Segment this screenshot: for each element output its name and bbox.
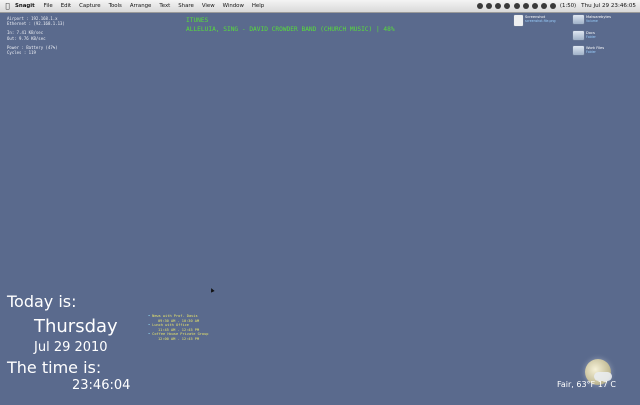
folder-icon [573, 46, 584, 55]
desktop-icon[interactable]: Screenshot screenshot-file.png [514, 15, 556, 26]
apple-menu-icon[interactable]:  [3, 2, 12, 10]
status-clock-icon[interactable] [504, 3, 511, 9]
itunes-label: ITUNES [186, 17, 209, 24]
time: 23:46:04 [72, 378, 131, 393]
menu-app-snagit[interactable]: Snagit [15, 3, 35, 9]
document-icon [514, 15, 523, 26]
system-stats: Airport : 192.168.1.x Ethernet : (92.168… [7, 16, 65, 55]
bluetooth-icon[interactable] [522, 3, 529, 9]
battery-time: (1:50) [559, 3, 577, 9]
menu-arrange[interactable]: Arrange [130, 3, 151, 9]
menu-clock[interactable]: Thu Jul 29 23:46:05 [581, 3, 636, 9]
today-label: Today is: [7, 292, 77, 311]
time-label: The time is: [7, 358, 102, 377]
folder-icon [573, 31, 584, 40]
mouse-cursor-icon [209, 287, 215, 293]
wifi-icon[interactable] [531, 3, 538, 9]
menu-edit[interactable]: Edit [61, 3, 71, 9]
weather-text: Fair, 63°F 17 C [557, 380, 616, 389]
status-area: (1:50) Thu Jul 29 23:46:05 [475, 0, 636, 12]
status-record-icon[interactable] [495, 3, 502, 9]
drive-icon [573, 15, 584, 24]
calendar-agenda: • News with Prof. Davis 09:30 AM - 10:30 … [148, 314, 208, 342]
menu-view[interactable]: View [202, 3, 215, 9]
menu-text[interactable]: Text [159, 3, 170, 9]
desktop-icon[interactable]: Work Files Folder [573, 46, 604, 55]
menu-help[interactable]: Help [252, 3, 264, 9]
status-ring-icon[interactable] [485, 3, 492, 9]
itunes-widget: ITUNES ALLELUIA, SING - DAVID CROWDER BA… [186, 16, 395, 34]
stat-line: Cycles : 119 [7, 50, 36, 56]
desktop-icon[interactable]: Docs Folder [573, 31, 596, 40]
menu-tools[interactable]: Tools [109, 3, 122, 9]
status-sync-icon[interactable] [513, 3, 520, 9]
volume-icon[interactable] [541, 3, 548, 9]
desktop-icon[interactable]: Malwarebytes Volume [573, 15, 611, 24]
menu-file[interactable]: File [44, 3, 53, 9]
status-snagit-icon[interactable] [476, 3, 483, 9]
battery-icon[interactable] [550, 3, 557, 9]
weekday: Thursday [34, 316, 118, 337]
stat-line: Ethernet : (92.168.1.13) [7, 21, 65, 27]
agenda-time: 12:00 AM - 12:45 PM [158, 336, 200, 341]
menu-window[interactable]: Window [223, 3, 244, 9]
menu-share[interactable]: Share [178, 3, 194, 9]
date: Jul 29 2010 [34, 340, 108, 355]
itunes-now-playing: ALLELUIA, SING - DAVID CROWDER BAND (CHU… [186, 26, 395, 33]
menu-capture[interactable]: Capture [79, 3, 100, 9]
menu-bar:  Snagit File Edit Capture Tools Arrange… [0, 0, 640, 13]
